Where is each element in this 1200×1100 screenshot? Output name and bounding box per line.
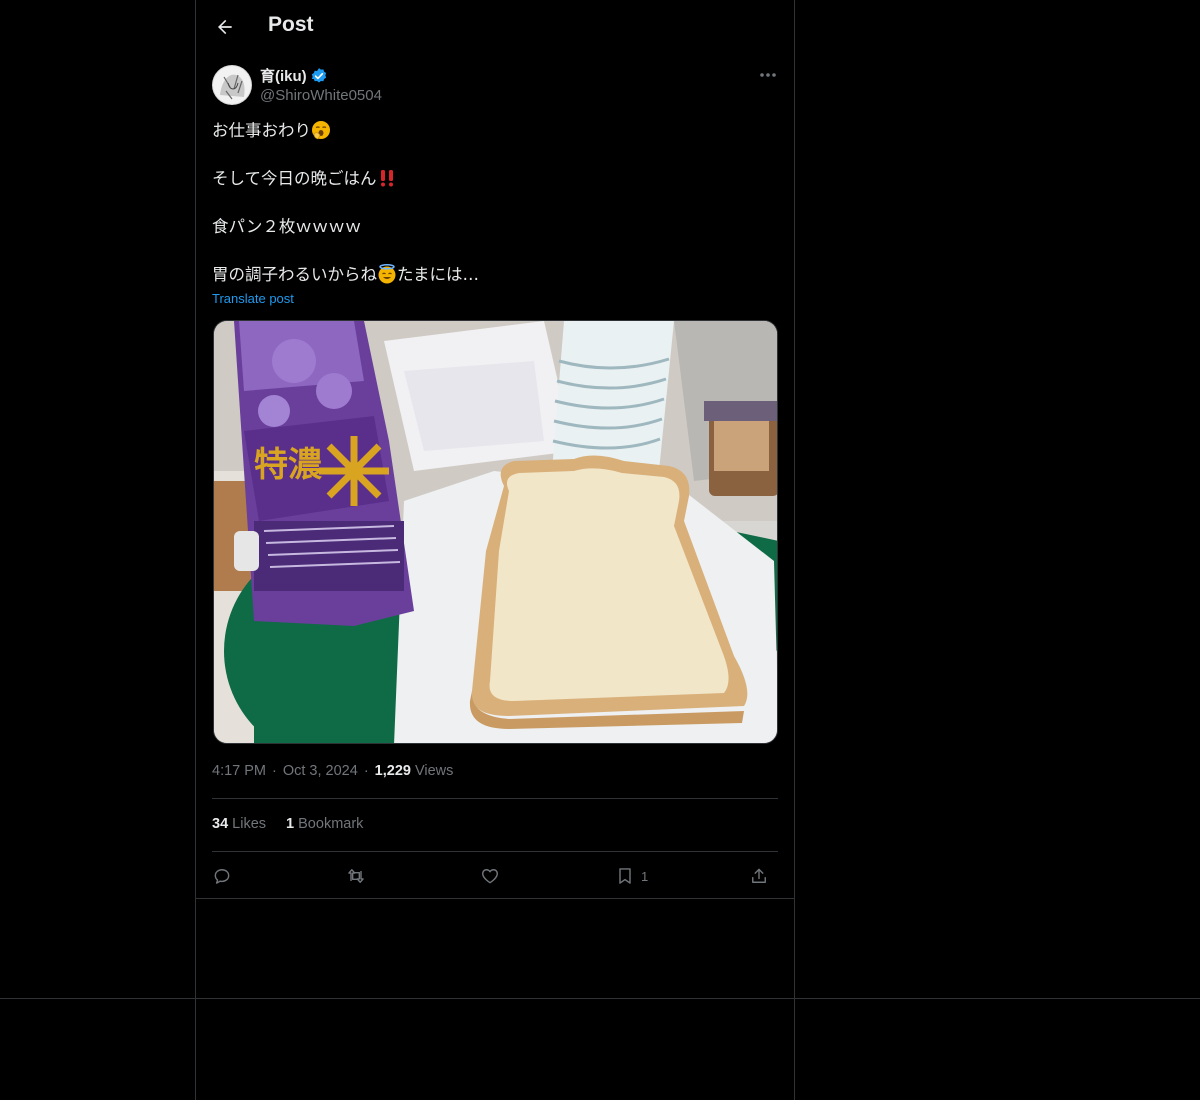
- tweet-line: 食パン２枚ｗｗｗｗ: [212, 217, 362, 236]
- double-exclamation-icon: [380, 170, 393, 187]
- post-photo[interactable]: 特濃: [213, 320, 778, 744]
- author-handle[interactable]: @ShiroWhite0504: [260, 87, 382, 104]
- retweet-icon: [348, 869, 364, 883]
- bookmark-icon: [619, 868, 631, 884]
- bookmark-button[interactable]: 1: [615, 862, 648, 890]
- reply-icon: [214, 869, 230, 884]
- translate-post-link[interactable]: Translate post: [212, 291, 294, 306]
- reply-button[interactable]: [212, 862, 232, 890]
- author-name[interactable]: 育(iku): [260, 65, 328, 86]
- verified-badge-icon: [311, 67, 326, 83]
- photo-image: 特濃: [214, 321, 777, 743]
- more-button[interactable]: [756, 64, 780, 86]
- share-icon: [752, 868, 766, 883]
- action-bar: 1: [212, 862, 778, 890]
- divider: [212, 851, 778, 852]
- meta-separator: ·: [272, 763, 277, 779]
- more-icon: [760, 73, 776, 77]
- post-time[interactable]: 4:17 PM: [212, 763, 266, 779]
- smiling-face-with-halo-icon: [378, 264, 396, 284]
- back-arrow-icon: [218, 19, 232, 35]
- svg-text:特濃: 特濃: [254, 445, 323, 485]
- tweet-line: お仕事おわり: [212, 119, 772, 143]
- like-icon: [482, 869, 498, 884]
- tweet-line: 胃の調子わるいからね たまには…: [212, 264, 480, 284]
- meta-separator: ·: [363, 763, 369, 779]
- likes-stat[interactable]: 34 Likes: [212, 816, 266, 832]
- like-button[interactable]: [480, 862, 500, 890]
- divider: [0, 998, 1200, 999]
- post-meta: 4:17 PM · Oct 3, 2024 · 1,229 Views: [212, 763, 453, 779]
- post-date[interactable]: Oct 3, 2024: [283, 763, 358, 779]
- bookmarks-stat[interactable]: 1 Bookmark: [286, 816, 363, 832]
- engagement-stats: 34 Likes 1 Bookmark: [212, 816, 363, 832]
- bookmark-count: 1: [641, 868, 649, 884]
- retweet-button[interactable]: [346, 862, 366, 890]
- post-header: Post: [196, 0, 794, 54]
- share-button[interactable]: [749, 862, 769, 890]
- divider: [196, 898, 794, 899]
- author-name-text: 育(iku): [260, 68, 307, 85]
- views[interactable]: 1,229 Views: [375, 763, 454, 779]
- avatar[interactable]: [212, 65, 252, 105]
- back-button[interactable]: [212, 14, 238, 40]
- yawning-face-emoji-icon: [312, 121, 330, 140]
- tweet-text: お仕事おわり そして今日の晩ごはん 食パン２枚ｗｗｗｗ 胃の調子わるいからね たま…: [212, 119, 772, 311]
- page-title: Post: [268, 13, 314, 36]
- divider: [212, 798, 778, 799]
- main-column: Post 育(iku) @ShiroWhite0504 お仕事おわり そして今日…: [195, 0, 795, 1100]
- tweet-line: そして今日の晩ごはん: [212, 167, 772, 191]
